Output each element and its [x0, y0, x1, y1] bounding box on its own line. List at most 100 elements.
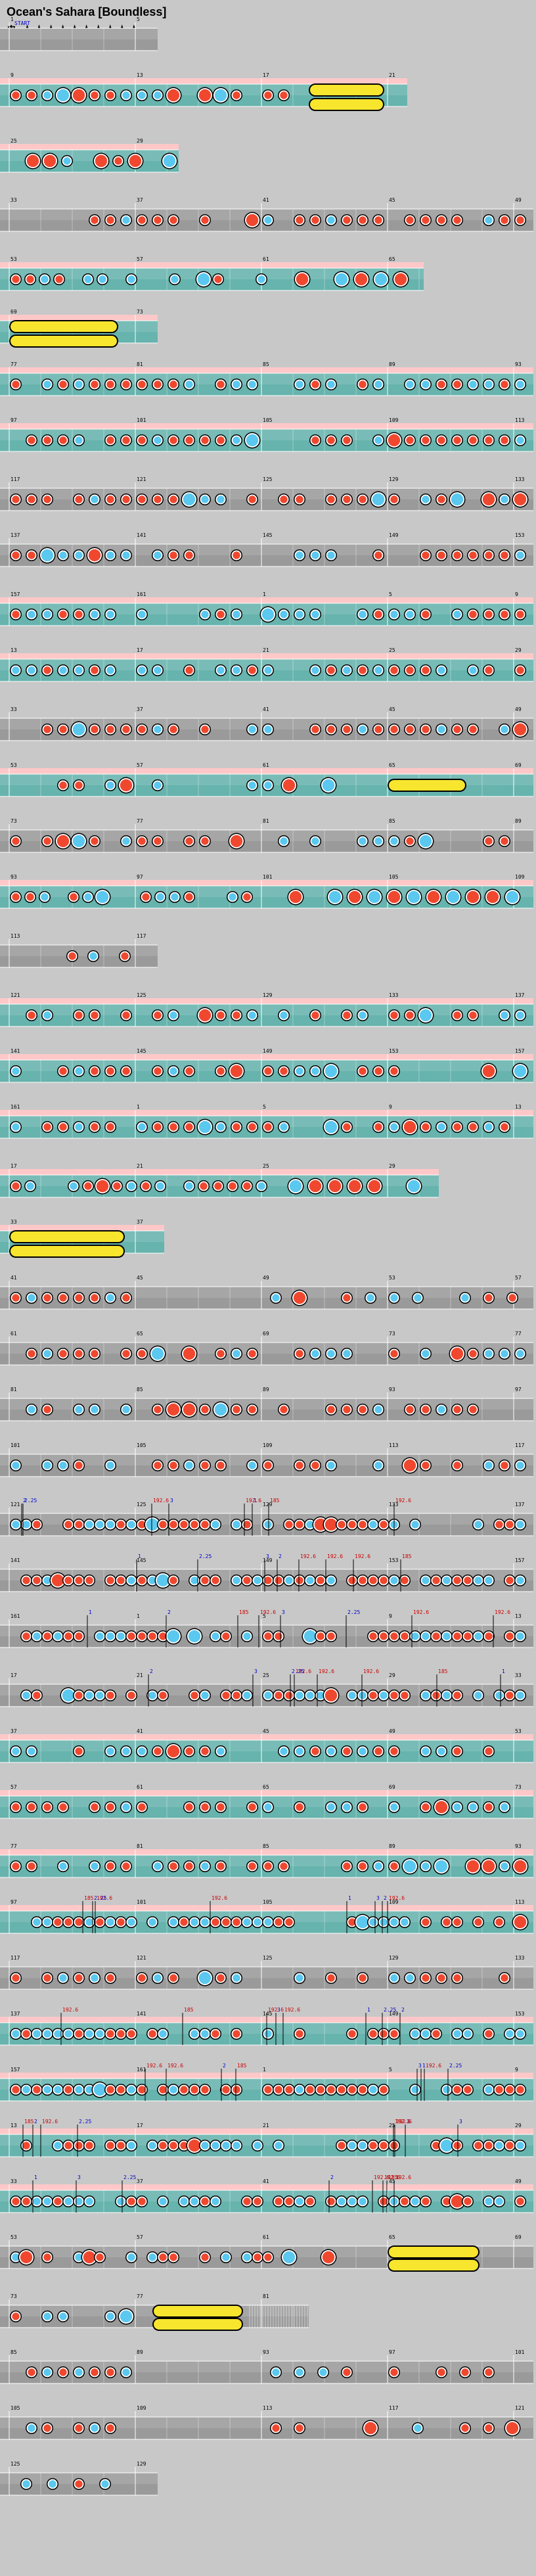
don-note [495, 2086, 503, 2094]
ka-note [469, 380, 477, 388]
bpm-label: 185 [184, 2007, 194, 2013]
ka-note [75, 1406, 83, 1414]
measure-number: 5 [137, 16, 140, 22]
ka-note [243, 1918, 251, 1926]
measure-number: 121 [11, 992, 20, 998]
ka-note [422, 1747, 430, 1755]
ka-note [106, 1521, 114, 1529]
ka-note [171, 893, 179, 901]
ka-note [169, 1067, 177, 1075]
ka-note [306, 1691, 314, 1699]
don-note [222, 2086, 230, 2094]
measure-number: 13 [515, 1613, 522, 1619]
measure-number: 65 [389, 762, 395, 768]
don-note [33, 1691, 41, 1699]
don-note [75, 2142, 83, 2150]
measure-number: 25 [11, 138, 17, 144]
measure-number: 81 [263, 818, 269, 824]
don-note [106, 1691, 114, 1699]
scroll-label: 1 [367, 2007, 370, 2013]
ka-note [248, 725, 256, 733]
don-note [338, 1521, 346, 1529]
ka-note [248, 1461, 256, 1469]
don-note [28, 1011, 35, 1019]
ka-note [154, 666, 162, 674]
don-note [348, 1576, 356, 1584]
ka-note [122, 551, 130, 559]
ka-note [411, 2030, 419, 2038]
ka-note [464, 2030, 472, 2038]
bpm-label: 185 [237, 2063, 247, 2069]
ka-note [188, 1630, 201, 1643]
don-note [482, 1065, 495, 1078]
don-note [43, 837, 51, 845]
ka-note [311, 610, 319, 618]
ka-note [303, 1630, 317, 1643]
measure-number: 89 [263, 1387, 269, 1392]
don-note [201, 1576, 209, 1584]
don-note [474, 1918, 482, 1926]
don-note [485, 1747, 493, 1755]
measure-number: 37 [137, 706, 143, 712]
ka-note [506, 2030, 514, 2038]
start-marker: START [14, 20, 30, 26]
scroll-label: 2 [401, 2007, 405, 2013]
ka-note [264, 216, 272, 224]
measure-number: 117 [389, 2405, 399, 2411]
don-note [201, 2197, 209, 2205]
don-note [91, 216, 99, 224]
don-note [466, 890, 480, 904]
ka-note [190, 2197, 198, 2205]
don-note [466, 1860, 480, 1873]
ka-note [243, 1632, 251, 1640]
ka-note [233, 1974, 240, 1982]
measure-number: 41 [137, 1728, 143, 1734]
measure-number: 149 [389, 532, 399, 538]
ka-note [233, 1521, 240, 1529]
don-note [348, 2086, 356, 2094]
don-note [217, 1803, 225, 1811]
don-note [296, 2030, 303, 2038]
don-note [217, 436, 225, 444]
don-note [43, 1803, 51, 1811]
don-note [338, 2142, 346, 2150]
ka-note [167, 1630, 180, 1643]
don-note [485, 551, 493, 559]
measure-number: 109 [515, 874, 525, 880]
ka-note [171, 275, 179, 283]
bpm-label: 185 [438, 1668, 448, 1674]
don-note [516, 610, 524, 618]
don-note [495, 1521, 503, 1529]
don-note [422, 216, 430, 224]
ka-note [12, 1747, 20, 1755]
ka-note [233, 1576, 240, 1584]
don-note [243, 2197, 251, 2205]
don-note [129, 154, 142, 168]
ka-note [254, 1576, 261, 1584]
measure-number: 89 [389, 1843, 395, 1849]
don-note [464, 2197, 472, 2205]
don-note [296, 1576, 303, 1584]
don-note [51, 1574, 64, 1587]
measure-number: 109 [137, 2405, 146, 2411]
don-note [43, 1406, 51, 1414]
don-note [469, 1406, 477, 1414]
don-note [185, 1803, 193, 1811]
don-note [12, 1974, 20, 1982]
don-note [388, 434, 401, 447]
ka-note [296, 1747, 303, 1755]
measure-number: 61 [263, 2234, 269, 2240]
ka-note [474, 1576, 482, 1584]
bpm-label: 192.6 [212, 1895, 227, 1901]
don-note [422, 725, 430, 733]
measure-number: 117 [11, 1955, 20, 1961]
don-note [327, 2086, 335, 2094]
don-note [138, 495, 146, 503]
bpm-label: 192.6 [495, 1609, 510, 1615]
ka-note [75, 666, 83, 674]
don-note [501, 436, 508, 444]
measure-number: 141 [11, 1557, 20, 1563]
don-note [285, 2086, 293, 2094]
ka-note [198, 1971, 212, 1985]
measure-number: 117 [11, 476, 20, 482]
